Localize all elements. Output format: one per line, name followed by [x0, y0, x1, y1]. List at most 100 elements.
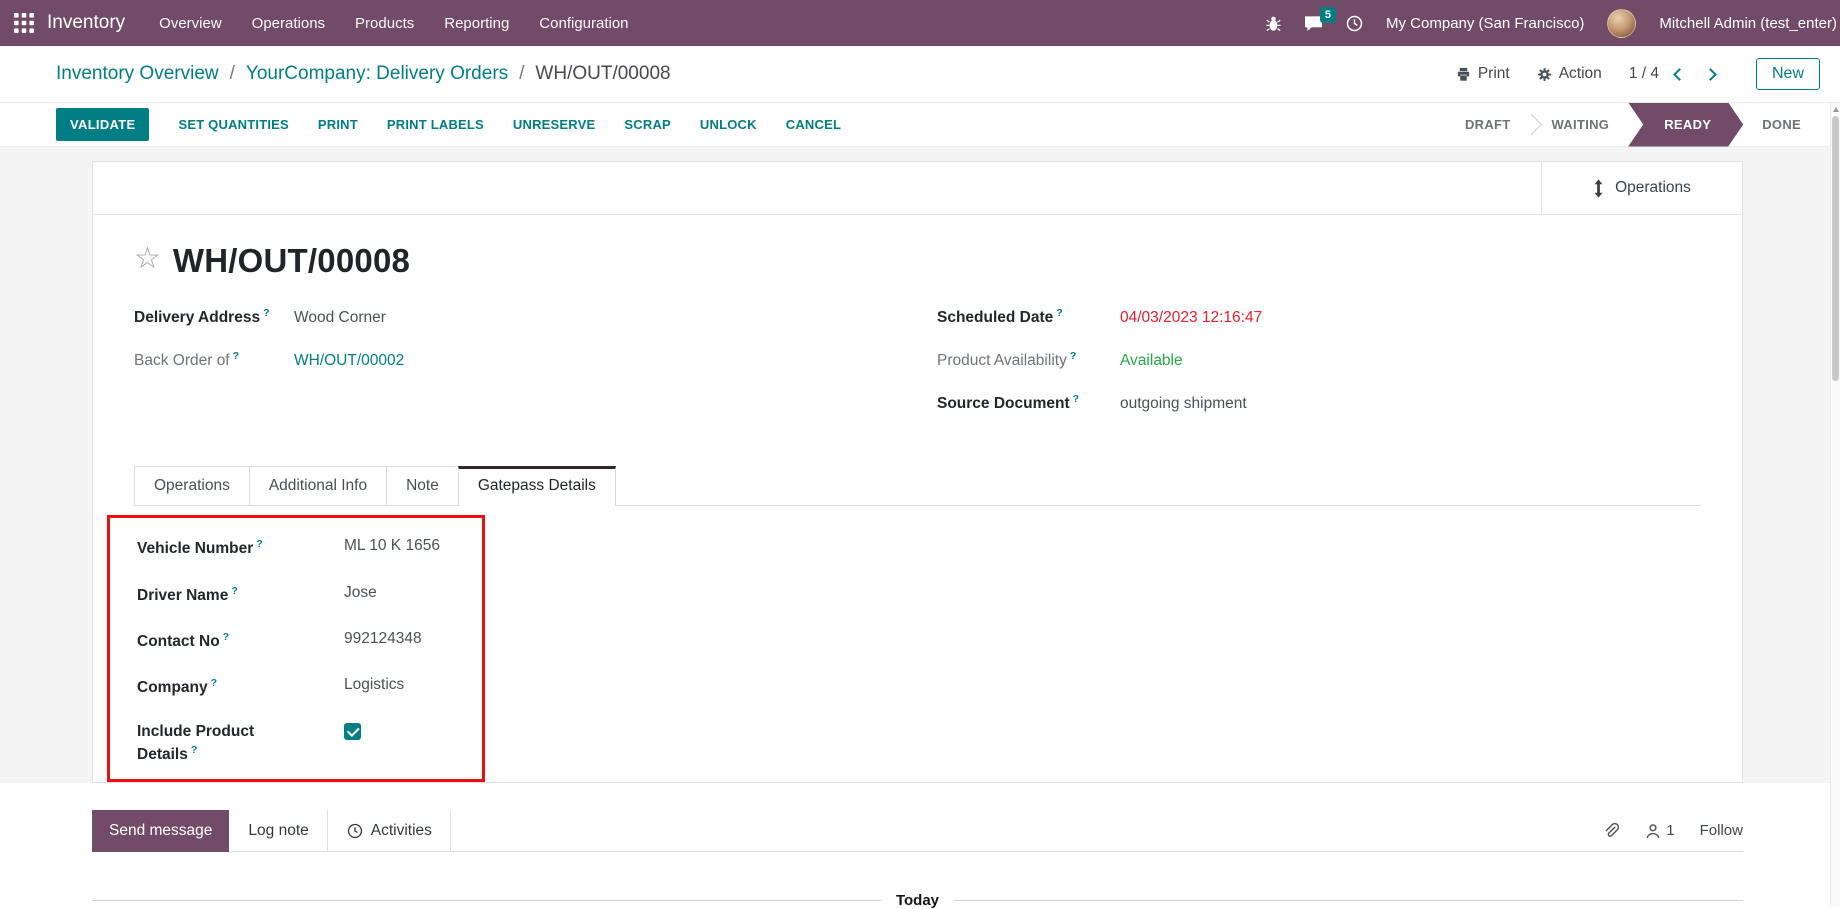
- scheduled-date-value[interactable]: 04/03/2023 12:16:47: [1120, 309, 1262, 327]
- scrap-button[interactable]: SCRAP: [624, 117, 671, 132]
- contact-no-value[interactable]: 992124348: [344, 630, 422, 648]
- gatepass-highlight-box: Vehicle Number? ML 10 K 1656 Driver Name…: [107, 515, 485, 782]
- stage-waiting[interactable]: WAITING: [1535, 103, 1627, 147]
- include-product-details-checkbox[interactable]: [344, 722, 361, 740]
- pager: 1 / 4: [1629, 65, 1721, 83]
- back-order-link[interactable]: WH/OUT/00002: [294, 352, 404, 370]
- stage-ready-active[interactable]: READY: [1628, 103, 1743, 147]
- delivery-address-value[interactable]: Wood Corner: [294, 309, 386, 327]
- message-count-badge[interactable]: 5: [1319, 6, 1337, 23]
- paperclip-icon[interactable]: [1603, 822, 1620, 839]
- help-icon: ?: [190, 743, 198, 756]
- avatar[interactable]: [1607, 8, 1637, 38]
- new-button[interactable]: New: [1755, 58, 1820, 90]
- help-icon: ?: [222, 630, 230, 643]
- field-label: Include Product Details?: [137, 722, 255, 763]
- stage-done[interactable]: DONE: [1745, 103, 1818, 147]
- date-divider-label: Today: [895, 892, 940, 909]
- unlock-button[interactable]: UNLOCK: [700, 117, 757, 132]
- send-message-button[interactable]: Send message: [92, 810, 230, 852]
- field-label: Driver Name?: [137, 584, 238, 604]
- field-include-product-details: Include Product Details?: [137, 722, 472, 766]
- app-name[interactable]: Inventory: [47, 12, 125, 34]
- validate-button[interactable]: VALIDATE: [56, 108, 150, 141]
- driver-name-value[interactable]: Jose: [344, 584, 377, 602]
- log-note-button[interactable]: Log note: [230, 810, 326, 851]
- tab-note[interactable]: Note: [386, 466, 459, 506]
- unreserve-button[interactable]: UNRESERVE: [513, 117, 595, 132]
- pager-value[interactable]: 1 / 4: [1629, 65, 1659, 83]
- field-driver-name: Driver Name? Jose: [137, 584, 472, 607]
- apps-grid-icon[interactable]: [14, 13, 34, 33]
- set-quantities-button[interactable]: SET QUANTITIES: [178, 117, 288, 132]
- scrollbar-thumb[interactable]: [1832, 116, 1839, 381]
- help-icon: ?: [1069, 350, 1077, 363]
- pager-previous-icon[interactable]: [1673, 67, 1686, 81]
- activities-button[interactable]: Activities: [329, 810, 450, 851]
- activities-clock-icon[interactable]: [1346, 15, 1363, 32]
- breadcrumb-separator: /: [519, 63, 525, 84]
- field-label: Back Order of?: [134, 350, 240, 370]
- breadcrumb-separator: /: [229, 63, 235, 84]
- operations-stat-button[interactable]: Operations: [1541, 162, 1742, 214]
- action-menu[interactable]: Action: [1537, 65, 1602, 83]
- content-area: Operations ☆ WH/OUT/00008 Delivery Addre…: [0, 147, 1840, 783]
- tab-gatepass-details[interactable]: Gatepass Details: [457, 466, 616, 507]
- company-switcher[interactable]: My Company (San Francisco): [1386, 15, 1584, 32]
- menu-operations[interactable]: Operations: [252, 15, 325, 32]
- tab-additional-info[interactable]: Additional Info: [248, 466, 388, 506]
- clock-icon: [347, 823, 363, 839]
- field-source-document: Source Document? outgoing shipment: [937, 393, 1701, 413]
- follow-button[interactable]: Follow: [1700, 822, 1743, 839]
- stage-pipeline: DRAFT WAITING READY DONE: [1448, 103, 1818, 147]
- breadcrumb-delivery-orders[interactable]: YourCompany: Delivery Orders: [246, 63, 508, 85]
- print-labels-button[interactable]: PRINT LABELS: [387, 117, 484, 132]
- help-icon: ?: [232, 350, 240, 363]
- print-menu[interactable]: Print: [1456, 65, 1510, 83]
- menu-configuration[interactable]: Configuration: [539, 15, 628, 32]
- print-button[interactable]: PRINT: [318, 117, 358, 132]
- divider: [449, 810, 451, 851]
- menu-overview[interactable]: Overview: [159, 15, 222, 32]
- cancel-button[interactable]: CANCEL: [786, 117, 841, 132]
- record-title: WH/OUT/00008: [172, 242, 411, 279]
- bug-icon[interactable]: [1266, 15, 1281, 32]
- form-sheet: Operations ☆ WH/OUT/00008 Delivery Addre…: [92, 161, 1743, 783]
- help-icon: ?: [210, 676, 218, 689]
- tab-operations[interactable]: Operations: [134, 466, 250, 506]
- followers-button[interactable]: 1: [1645, 822, 1675, 839]
- source-document-value[interactable]: outgoing shipment: [1120, 395, 1247, 413]
- chatter-toolbar: Send message Log note Activities 1 Follo…: [92, 810, 1743, 852]
- vertical-scrollbar[interactable]: [1830, 103, 1840, 907]
- scrollbar-up-arrow[interactable]: [1833, 107, 1839, 112]
- field-label: Company?: [137, 676, 218, 696]
- printer-icon: [1456, 67, 1471, 82]
- menu-products[interactable]: Products: [355, 15, 414, 32]
- stage-draft[interactable]: DRAFT: [1448, 103, 1528, 147]
- button-box: Operations: [93, 162, 1742, 215]
- user-menu[interactable]: Mitchell Admin (test_enter): [1659, 15, 1837, 32]
- field-back-order-of: Back Order of? WH/OUT/00002: [134, 350, 937, 370]
- user-icon: [1645, 823, 1661, 839]
- field-contact-no: Contact No? 992124348: [137, 630, 472, 653]
- field-vehicle-number: Vehicle Number? ML 10 K 1656: [137, 537, 472, 560]
- pager-next-icon[interactable]: [1704, 67, 1717, 81]
- systray: 5 My Company (San Francisco) Mitchell Ad…: [1266, 6, 1840, 38]
- field-product-availability: Product Availability? Available: [937, 350, 1701, 370]
- field-company: Company? Logistics: [137, 676, 472, 699]
- help-icon: ?: [263, 307, 270, 319]
- vehicle-number-value[interactable]: ML 10 K 1656: [344, 537, 440, 555]
- field-grid: Delivery Address? Wood Corner Back Order…: [134, 307, 1701, 436]
- field-label: Contact No?: [137, 630, 230, 650]
- company-value[interactable]: Logistics: [344, 676, 404, 694]
- date-divider: Today: [92, 892, 1743, 909]
- breadcrumb-inventory-overview[interactable]: Inventory Overview: [56, 63, 219, 85]
- menu-reporting[interactable]: Reporting: [444, 15, 509, 32]
- form-statusbar: VALIDATE SET QUANTITIES PRINT PRINT LABE…: [0, 103, 1840, 147]
- main-menu: Overview Operations Products Reporting C…: [159, 15, 628, 32]
- favorite-star-icon[interactable]: ☆: [134, 244, 161, 274]
- help-icon: ?: [256, 538, 263, 551]
- breadcrumb: Inventory Overview / YourCompany: Delive…: [56, 63, 671, 85]
- help-icon: ?: [231, 584, 238, 597]
- messages-icon[interactable]: 5: [1304, 6, 1337, 32]
